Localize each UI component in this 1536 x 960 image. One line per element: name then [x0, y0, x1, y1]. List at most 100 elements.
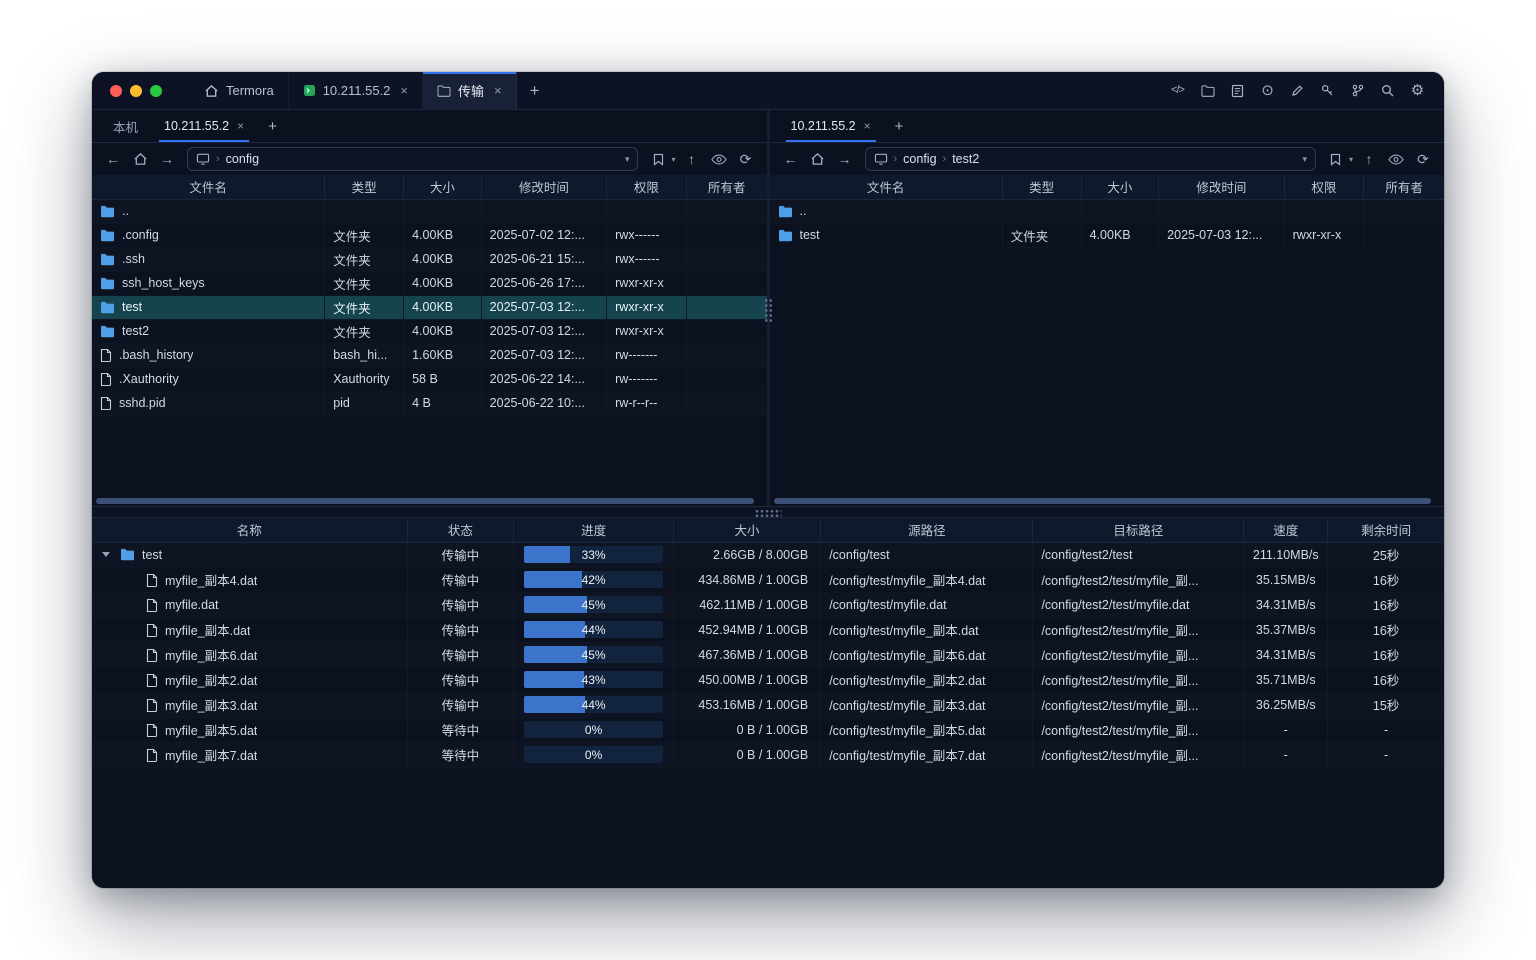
bookmark-dropdown-icon[interactable]: ▾ — [671, 155, 675, 164]
column-header[interactable]: 类型 — [1002, 175, 1081, 199]
transfer-row[interactable]: myfile_副本2.dat 传输中 43% 450.00MB / 1.00GB… — [92, 667, 1444, 692]
folder-icon — [100, 325, 115, 338]
tab-transfer[interactable]: 传输 × — [423, 72, 517, 109]
file-row[interactable]: .. — [92, 199, 767, 223]
back-button[interactable]: ← — [780, 148, 802, 170]
column-header[interactable]: 剩余时间 — [1328, 518, 1444, 542]
tab-ssh-session[interactable]: 10.211.55.2 × — [289, 72, 423, 109]
new-pane-tab-button[interactable]: + — [884, 110, 915, 142]
breadcrumb-segment[interactable]: config — [226, 152, 259, 166]
tab-termora-home[interactable]: Termora — [190, 72, 289, 109]
settings-gear-icon[interactable]: ⚙ — [1407, 80, 1428, 101]
path-dropdown-icon[interactable]: ▾ — [1302, 154, 1307, 165]
file-row[interactable]: test 文件夹 4.00KB 2025-07-03 12:... rwxr-x… — [770, 223, 1445, 247]
breadcrumb-segment[interactable]: test2 — [952, 152, 979, 166]
zoom-window-button[interactable] — [150, 85, 162, 97]
log-icon[interactable] — [1227, 80, 1248, 101]
column-header[interactable]: 进度 — [514, 518, 674, 542]
bookmark-icon[interactable] — [1325, 148, 1347, 170]
back-button[interactable]: ← — [102, 148, 124, 170]
splitter-grip-icon[interactable] — [755, 509, 782, 517]
column-header[interactable]: 类型 — [325, 175, 404, 199]
home-button[interactable] — [129, 148, 151, 170]
file-row[interactable]: test 文件夹 4.00KB 2025-07-03 12:... rwxr-x… — [92, 295, 767, 319]
pane-tab[interactable]: 10.211.55.2 × — [778, 110, 884, 142]
column-header[interactable]: 文件名 — [770, 175, 1003, 199]
file-row[interactable]: .Xauthority Xauthority 58 B 2025-06-22 1… — [92, 367, 767, 391]
parent-directory-button[interactable]: ↑ — [681, 148, 703, 170]
splitter-grip-icon[interactable] — [764, 298, 773, 324]
edit-icon[interactable] — [1287, 80, 1308, 101]
scrollbar-thumb[interactable] — [96, 498, 754, 504]
pane-tab[interactable]: 本机 × — [100, 110, 151, 142]
transfer-splitter[interactable] — [92, 506, 1444, 518]
transfer-row[interactable]: myfile_副本3.dat 传输中 44% 453.16MB / 1.00GB… — [92, 692, 1444, 717]
column-header[interactable]: 源路径 — [821, 518, 1033, 542]
pane-splitter[interactable] — [767, 110, 770, 506]
code-snippets-icon[interactable]: </> — [1167, 80, 1188, 101]
transfer-eta: 16秒 — [1328, 667, 1444, 692]
key-manager-icon[interactable] — [1317, 80, 1338, 101]
column-header[interactable]: 权限 — [1284, 175, 1364, 199]
column-header[interactable]: 名称 — [92, 518, 407, 542]
close-pane-tab-icon[interactable]: × — [864, 119, 871, 133]
column-header[interactable]: 所有者 — [686, 175, 766, 199]
column-header[interactable]: 目标路径 — [1033, 518, 1244, 542]
close-tab-icon[interactable]: × — [400, 84, 408, 97]
transfer-row[interactable]: myfile_副本4.dat 传输中 42% 434.86MB / 1.00GB… — [92, 567, 1444, 592]
refresh-button[interactable]: ⟳ — [1412, 148, 1434, 170]
path-breadcrumb[interactable]: › config ▾ — [187, 147, 638, 171]
transfer-row[interactable]: myfile_副本6.dat 传输中 45% 467.36MB / 1.00GB… — [92, 642, 1444, 667]
close-tab-icon[interactable]: × — [494, 84, 502, 97]
new-tab-button[interactable]: + — [517, 72, 553, 109]
file-row[interactable]: .. — [770, 199, 1445, 223]
progress-label: 45% — [524, 646, 663, 663]
new-pane-tab-button[interactable]: + — [257, 110, 288, 142]
column-header[interactable]: 所有者 — [1364, 175, 1444, 199]
column-header[interactable]: 大小 — [673, 518, 820, 542]
file-row[interactable]: ssh_host_keys 文件夹 4.00KB 2025-06-26 17:.… — [92, 271, 767, 295]
close-pane-tab-icon[interactable]: × — [237, 119, 244, 133]
bookmark-dropdown-icon[interactable]: ▾ — [1349, 155, 1353, 164]
column-header[interactable]: 文件名 — [92, 175, 325, 199]
transfer-row[interactable]: myfile_副本5.dat 等待中 0% 0 B / 1.00GB /conf… — [92, 717, 1444, 742]
column-header[interactable]: 大小 — [1081, 175, 1159, 199]
scrollbar-thumb[interactable] — [774, 498, 1432, 504]
show-hidden-eye-icon[interactable] — [1385, 148, 1407, 170]
column-header[interactable]: 修改时间 — [481, 175, 606, 199]
forward-button[interactable]: → — [834, 148, 856, 170]
file-row[interactable]: test2 文件夹 4.00KB 2025-07-03 12:... rwxr-… — [92, 319, 767, 343]
record-macro-icon[interactable]: ⊙ — [1257, 80, 1278, 101]
breadcrumb-segment[interactable]: config — [903, 152, 936, 166]
column-header[interactable]: 大小 — [404, 175, 482, 199]
column-header[interactable]: 权限 — [607, 175, 687, 199]
refresh-button[interactable]: ⟳ — [735, 148, 757, 170]
transfer-row[interactable]: myfile.dat 传输中 45% 462.11MB / 1.00GB /co… — [92, 592, 1444, 617]
parent-directory-button[interactable]: ↑ — [1358, 148, 1380, 170]
bookmark-icon[interactable] — [647, 148, 669, 170]
column-header[interactable]: 修改时间 — [1159, 175, 1284, 199]
show-hidden-eye-icon[interactable] — [708, 148, 730, 170]
column-header[interactable]: 速度 — [1244, 518, 1328, 542]
sftp-folder-icon[interactable] — [1197, 80, 1218, 101]
file-row[interactable]: .config 文件夹 4.00KB 2025-07-02 12:... rwx… — [92, 223, 767, 247]
pane-tab[interactable]: 10.211.55.2 × — [151, 110, 257, 142]
transfer-row[interactable]: test 传输中 33% 2.66GB / 8.00GB /config/tes… — [92, 542, 1444, 567]
expand-chevron-icon[interactable] — [102, 552, 113, 557]
search-icon[interactable] — [1377, 80, 1398, 101]
close-window-button[interactable] — [110, 85, 122, 97]
file-row[interactable]: sshd.pid pid 4 B 2025-06-22 10:... rw-r-… — [92, 391, 767, 415]
path-dropdown-icon[interactable]: ▾ — [625, 154, 630, 165]
file-row[interactable]: .bash_history bash_hi... 1.60KB 2025-07-… — [92, 343, 767, 367]
home-button[interactable] — [807, 148, 829, 170]
transfer-row[interactable]: myfile_副本.dat 传输中 44% 452.94MB / 1.00GB … — [92, 617, 1444, 642]
file-owner — [686, 343, 766, 367]
file-row[interactable]: .ssh 文件夹 4.00KB 2025-06-21 15:... rwx---… — [92, 247, 767, 271]
forward-button[interactable]: → — [156, 148, 178, 170]
transfer-speed: 35.71MB/s — [1244, 667, 1328, 692]
minimize-window-button[interactable] — [130, 85, 142, 97]
transfer-row[interactable]: myfile_副本7.dat 等待中 0% 0 B / 1.00GB /conf… — [92, 742, 1444, 767]
column-header[interactable]: 状态 — [407, 518, 514, 542]
port-forward-branch-icon[interactable] — [1347, 80, 1368, 101]
path-breadcrumb[interactable]: › config › test2 ▾ — [865, 147, 1316, 171]
